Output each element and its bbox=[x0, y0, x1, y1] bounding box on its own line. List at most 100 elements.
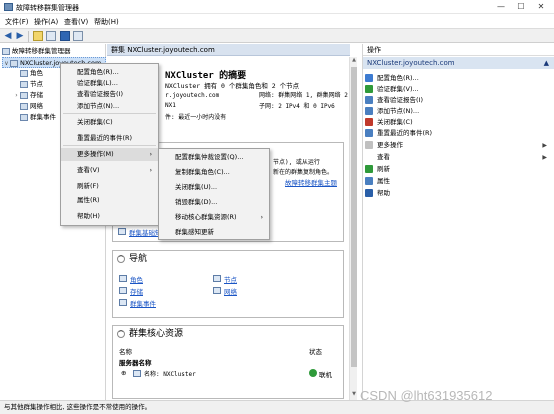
expand-icon[interactable]: ∨ bbox=[3, 58, 10, 69]
submenu-item[interactable]: 移动核心群集资源(R) › bbox=[159, 211, 269, 224]
action-item[interactable]: 查看验证报告(I) bbox=[365, 95, 553, 106]
tree-item-roles[interactable]: 角色 bbox=[20, 68, 43, 79]
configure-role-icon bbox=[365, 74, 373, 82]
context-menu-item[interactable]: 属性(R) bbox=[61, 194, 158, 207]
close-button[interactable]: ✕ bbox=[534, 2, 548, 11]
column-header-status[interactable]: 状态 bbox=[309, 346, 322, 356]
roles-icon bbox=[20, 69, 28, 77]
submenu-label: 销毁群集(D)... bbox=[175, 198, 218, 206]
tree-item-storage[interactable]: › 存储 bbox=[13, 90, 43, 101]
context-menu-item[interactable]: 刷新(F) bbox=[61, 180, 158, 193]
context-menu-label: 刷新(F) bbox=[77, 182, 99, 190]
tree-item-nodes[interactable]: 节点 bbox=[20, 79, 43, 90]
menu-view[interactable]: 查看(V) bbox=[64, 17, 88, 27]
submenu-arrow-icon: › bbox=[149, 167, 152, 174]
action-item[interactable]: 查看 ▶ bbox=[365, 152, 553, 163]
report-icon bbox=[365, 96, 373, 104]
refresh-icon bbox=[365, 165, 373, 173]
window-title: 故障转移群集管理器 bbox=[16, 4, 79, 12]
core-resource-status: 联机 bbox=[319, 371, 332, 379]
context-menu-item[interactable]: 添加节点(N)... bbox=[61, 100, 158, 113]
submenu-label: 群集感知更新 bbox=[175, 228, 214, 236]
back-icon[interactable]: ◀ bbox=[3, 31, 13, 41]
more-actions-icon bbox=[365, 141, 373, 149]
submenu-label: 关闭群集(U)... bbox=[175, 183, 218, 191]
network-icon bbox=[213, 287, 221, 294]
events-icon bbox=[119, 299, 127, 306]
action-item[interactable]: 刷新 bbox=[365, 164, 553, 175]
context-menu-item[interactable]: 更多操作(M) › bbox=[61, 148, 158, 161]
menu-bar: 文件(F) 操作(A) 查看(V) 帮助(H) bbox=[0, 15, 554, 28]
app-icon bbox=[4, 3, 13, 11]
scroll-down-icon[interactable]: ▼ bbox=[350, 391, 358, 397]
action-item[interactable]: 添加节点(N)... bbox=[365, 106, 553, 117]
context-menu-label: 查看(V) bbox=[77, 166, 100, 174]
submenu-item[interactable]: 关闭群集(U)... bbox=[159, 181, 269, 194]
expand-row-icon[interactable]: ⊕ bbox=[121, 369, 126, 377]
scroll-up-icon[interactable]: ▲ bbox=[350, 57, 358, 63]
nav-link-nodes[interactable]: 节点 bbox=[224, 274, 237, 284]
minimize-button[interactable]: — bbox=[494, 2, 508, 11]
action-item[interactable]: 帮助 bbox=[365, 188, 553, 199]
context-menu-item[interactable]: 关闭群集(C) bbox=[61, 116, 158, 129]
configure-text-fragment: 节点), 或从运行 bbox=[273, 159, 320, 166]
nav-link-networks[interactable]: 网络 bbox=[224, 286, 237, 296]
scrollbar-thumb[interactable] bbox=[351, 67, 357, 367]
center-scrollbar[interactable]: ▲ ▼ bbox=[349, 57, 357, 400]
window-title-bar: 故障转移群集管理器 — ☐ ✕ bbox=[0, 0, 554, 14]
context-menu-item[interactable]: 重置最近的事件(R) bbox=[61, 132, 158, 145]
tree-root[interactable]: 故障转移群集管理器 bbox=[2, 46, 71, 57]
context-menu-item[interactable]: 帮助(H) bbox=[61, 210, 158, 223]
watermark: CSDN @lht631935612 bbox=[360, 388, 493, 403]
failover-cluster-topics-link[interactable]: 故障转移群集主题 bbox=[285, 177, 337, 187]
actions-group-header[interactable]: NXCluster.joyoutech.com ▲ bbox=[363, 57, 554, 69]
action-label: 添加节点(N)... bbox=[377, 107, 420, 115]
roles-icon bbox=[119, 275, 127, 282]
summary-subtitle: NXCluster 拥有 0 个群集角色和 2 个节点 bbox=[165, 82, 300, 90]
action-pane-icon[interactable] bbox=[73, 31, 83, 41]
action-item[interactable]: 重置最近的事件(R) bbox=[365, 128, 553, 139]
action-label: 查看验证报告(I) bbox=[377, 96, 423, 104]
context-menu-label: 关闭群集(C) bbox=[77, 118, 113, 126]
tree-item-events[interactable]: 群集事件 bbox=[20, 112, 56, 123]
help-icon[interactable] bbox=[60, 31, 70, 41]
center-header: 群集 NXCluster.joyoutech.com bbox=[107, 44, 350, 56]
menu-help[interactable]: 帮助(H) bbox=[94, 17, 119, 27]
nodes-icon bbox=[213, 275, 221, 282]
show-hide-tree-icon[interactable] bbox=[46, 31, 56, 41]
blank-icon bbox=[365, 153, 373, 161]
action-label: 刷新 bbox=[377, 165, 390, 173]
context-menu-item[interactable]: 查看(V) › bbox=[61, 164, 158, 177]
core-resource-name[interactable]: 名称: NXCluster bbox=[144, 369, 196, 378]
summary-events: 件: 最近一小时内没有 bbox=[165, 114, 227, 121]
validate-icon bbox=[365, 85, 373, 93]
menu-file[interactable]: 文件(F) bbox=[5, 17, 29, 27]
nav-link-roles[interactable]: 角色 bbox=[130, 274, 143, 284]
nav-link-storage[interactable]: 存储 bbox=[130, 286, 143, 296]
submenu-item[interactable]: 复制群集角色(C)... bbox=[159, 166, 269, 179]
forward-icon[interactable]: ▶ bbox=[15, 31, 25, 41]
action-item[interactable]: 关闭群集(C) bbox=[365, 117, 553, 128]
action-label: 属性 bbox=[377, 177, 390, 185]
context-menu-label: 帮助(H) bbox=[77, 212, 100, 220]
collapse-arrow-icon[interactable]: ▲ bbox=[544, 57, 549, 69]
action-item[interactable]: 验证群集(V)... bbox=[365, 84, 553, 95]
nav-link-events[interactable]: 群集事件 bbox=[130, 298, 156, 308]
submenu-item[interactable]: 群集感知更新 bbox=[159, 226, 269, 239]
tree-item-networks[interactable]: 网络 bbox=[20, 101, 43, 112]
folder-icon[interactable] bbox=[33, 31, 43, 41]
menu-action[interactable]: 操作(A) bbox=[34, 17, 58, 27]
toolbar: ◀ ▶ bbox=[0, 28, 554, 43]
submenu-item[interactable]: 配置群集仲裁设置(Q)... bbox=[159, 151, 269, 164]
toolbar-separator bbox=[28, 31, 29, 42]
submenu-item[interactable]: 销毁群集(D)... bbox=[159, 196, 269, 209]
expand-icon[interactable]: › bbox=[13, 90, 20, 101]
maximize-button[interactable]: ☐ bbox=[514, 2, 528, 11]
storage-icon bbox=[119, 287, 127, 294]
navigation-section: ^ 导航 角色 节点 存储 网络 群集事件 bbox=[112, 250, 344, 318]
action-item[interactable]: 属性 bbox=[365, 176, 553, 187]
column-header-name[interactable]: 名称 bbox=[119, 346, 132, 356]
action-item[interactable]: 更多操作 ▶ bbox=[365, 140, 553, 151]
action-label: 帮助 bbox=[377, 189, 390, 197]
action-item[interactable]: 配置角色(R)... bbox=[365, 73, 553, 84]
